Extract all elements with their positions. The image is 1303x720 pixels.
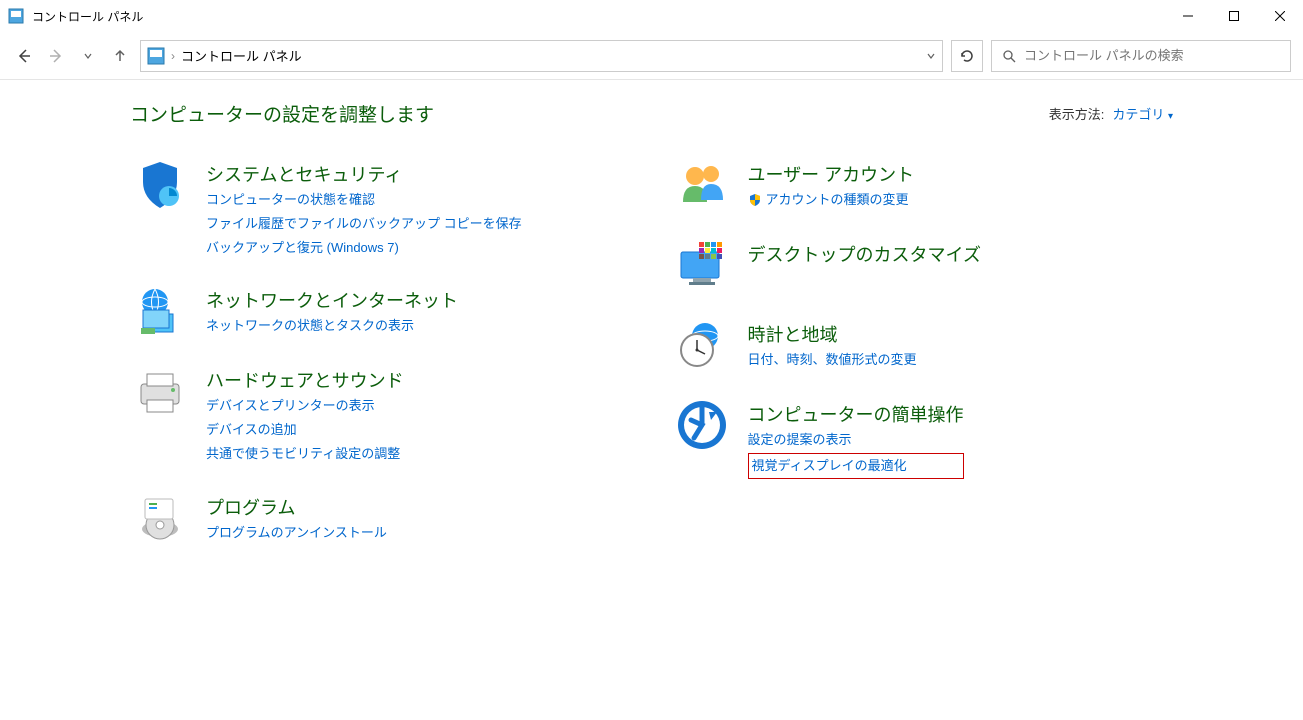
title-bar-left: コントロール パネル bbox=[8, 8, 143, 25]
forward-button[interactable] bbox=[44, 44, 68, 68]
search-input[interactable] bbox=[1024, 48, 1280, 63]
category-title[interactable]: ハードウェアとサウンド bbox=[206, 367, 404, 393]
uac-shield-icon bbox=[748, 193, 762, 207]
category-link[interactable]: 共通で使うモビリティ設定の調整 bbox=[206, 443, 404, 465]
category-link[interactable]: 設定の提案の表示 bbox=[748, 429, 964, 451]
minimize-button[interactable] bbox=[1165, 0, 1211, 32]
right-column: ユーザー アカウント アカウントの種類の変更 デスクトップのカスタマイズ bbox=[672, 157, 1174, 546]
page-title: コンピューターの設定を調整します bbox=[130, 100, 434, 127]
control-panel-icon bbox=[8, 8, 24, 24]
category-system-security: システムとセキュリティ コンピューターの状態を確認 ファイル履歴でファイルのバッ… bbox=[130, 157, 632, 259]
category-link[interactable]: 日付、時刻、数値形式の変更 bbox=[748, 349, 917, 371]
category-link[interactable]: コンピューターの状態を確認 bbox=[206, 189, 522, 211]
category-title[interactable]: ネットワークとインターネット bbox=[206, 287, 458, 313]
maximize-button[interactable] bbox=[1211, 0, 1257, 32]
category-clock-region: 時計と地域 日付、時刻、数値形式の変更 bbox=[672, 317, 1174, 373]
users-icon bbox=[672, 157, 732, 213]
printer-icon bbox=[130, 363, 190, 419]
category-user-accounts: ユーザー アカウント アカウントの種類の変更 bbox=[672, 157, 1174, 213]
clock-icon bbox=[672, 317, 732, 373]
close-button[interactable] bbox=[1257, 0, 1303, 32]
control-panel-icon bbox=[147, 47, 165, 65]
category-link-highlighted[interactable]: 視覚ディスプレイの最適化 bbox=[748, 453, 964, 479]
category-link[interactable]: プログラムのアンインストール bbox=[206, 522, 387, 544]
category-hardware: ハードウェアとサウンド デバイスとプリンターの表示 デバイスの追加 共通で使うモ… bbox=[130, 363, 632, 465]
chevron-down-icon[interactable] bbox=[926, 51, 936, 61]
search-icon bbox=[1002, 49, 1016, 63]
view-by: 表示方法: カテゴリ ▾ bbox=[1049, 104, 1173, 123]
category-network: ネットワークとインターネット ネットワークの状態とタスクの表示 bbox=[130, 283, 632, 339]
category-link[interactable]: ネットワークの状態とタスクの表示 bbox=[206, 315, 458, 337]
search-box[interactable] bbox=[991, 40, 1291, 72]
network-icon bbox=[130, 283, 190, 339]
title-bar: コントロール パネル bbox=[0, 0, 1303, 32]
chevron-right-icon[interactable]: › bbox=[171, 49, 175, 63]
left-column: システムとセキュリティ コンピューターの状態を確認 ファイル履歴でファイルのバッ… bbox=[130, 157, 632, 546]
recent-dropdown[interactable] bbox=[76, 44, 100, 68]
address-bar[interactable]: › コントロール パネル bbox=[140, 40, 943, 72]
ease-of-access-icon bbox=[672, 397, 732, 453]
category-title[interactable]: デスクトップのカスタマイズ bbox=[748, 241, 981, 267]
up-button[interactable] bbox=[108, 44, 132, 68]
category-title[interactable]: プログラム bbox=[206, 494, 387, 520]
view-by-label: 表示方法: bbox=[1049, 104, 1105, 123]
category-link[interactable]: デバイスとプリンターの表示 bbox=[206, 395, 404, 417]
category-ease-of-access: コンピューターの簡単操作 設定の提案の表示 視覚ディスプレイの最適化 bbox=[672, 397, 1174, 479]
refresh-button[interactable] bbox=[951, 40, 983, 72]
shield-icon bbox=[130, 157, 190, 213]
content-area: コンピューターの設定を調整します 表示方法: カテゴリ ▾ システムとセキュリテ… bbox=[0, 80, 1303, 566]
categories: システムとセキュリティ コンピューターの状態を確認 ファイル履歴でファイルのバッ… bbox=[130, 157, 1173, 546]
category-title[interactable]: コンピューターの簡単操作 bbox=[748, 401, 964, 427]
category-desktop-customize: デスクトップのカスタマイズ bbox=[672, 237, 1174, 293]
desktop-icon bbox=[672, 237, 732, 293]
toolbar: › コントロール パネル bbox=[0, 32, 1303, 80]
chevron-down-icon: ▾ bbox=[1168, 111, 1173, 122]
breadcrumb[interactable]: コントロール パネル bbox=[181, 46, 302, 65]
window-controls bbox=[1165, 0, 1303, 32]
back-button[interactable] bbox=[12, 44, 36, 68]
category-link[interactable]: デバイスの追加 bbox=[206, 419, 404, 441]
window-title: コントロール パネル bbox=[32, 8, 143, 25]
category-link[interactable]: バックアップと復元 (Windows 7) bbox=[206, 237, 522, 259]
category-title[interactable]: ユーザー アカウント bbox=[748, 161, 915, 187]
view-by-dropdown[interactable]: カテゴリ ▾ bbox=[1112, 104, 1173, 123]
category-programs: プログラム プログラムのアンインストール bbox=[130, 490, 632, 546]
category-title[interactable]: システムとセキュリティ bbox=[206, 161, 522, 187]
category-link[interactable]: ファイル履歴でファイルのバックアップ コピーを保存 bbox=[206, 213, 522, 235]
content-header: コンピューターの設定を調整します 表示方法: カテゴリ ▾ bbox=[130, 100, 1173, 127]
category-link[interactable]: アカウントの種類の変更 bbox=[748, 189, 915, 211]
programs-icon bbox=[130, 490, 190, 546]
category-title[interactable]: 時計と地域 bbox=[748, 321, 917, 347]
